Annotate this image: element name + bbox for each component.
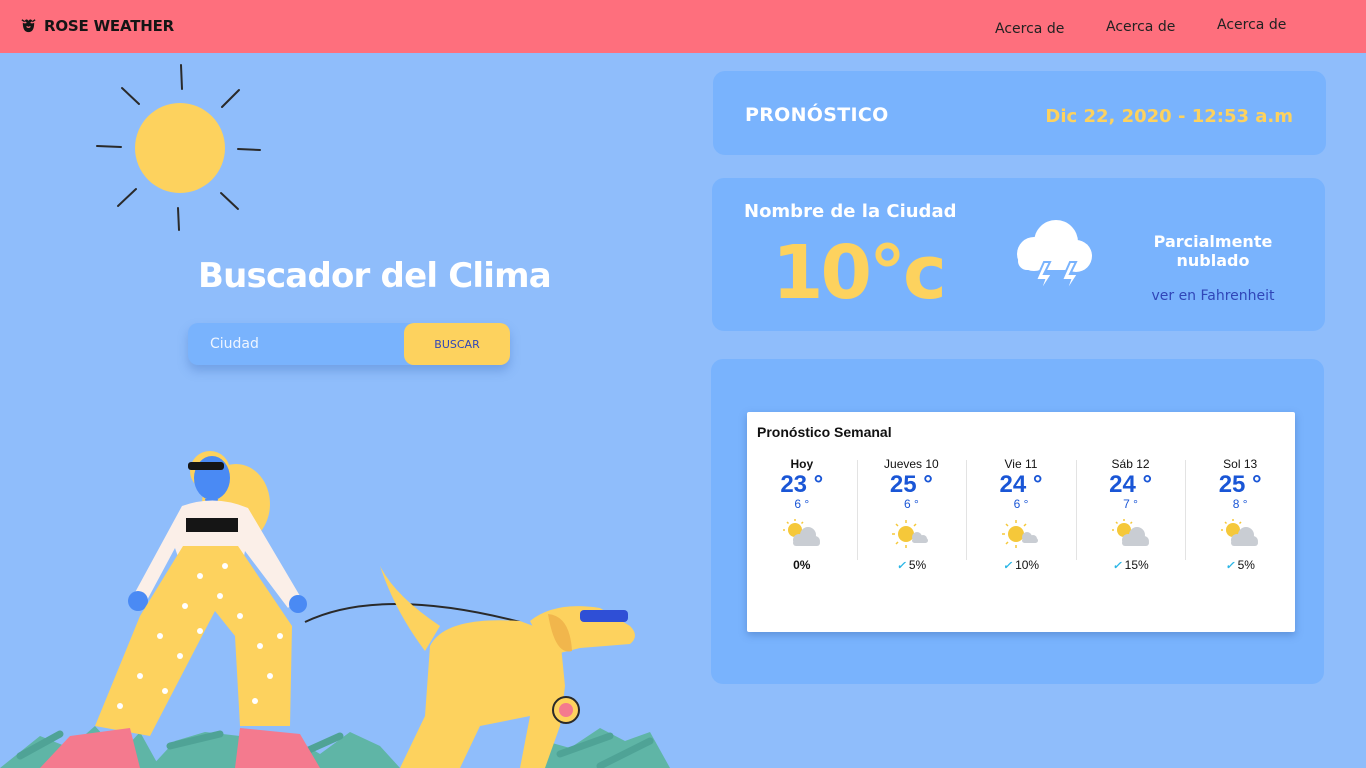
day-rain-chance: ✓ 5% bbox=[1225, 558, 1255, 572]
day-low-temp: 6 ° bbox=[794, 497, 810, 511]
top-navbar: ROSE WEATHER Acerca de Acerca de Acerca … bbox=[0, 0, 1366, 53]
hero-title: Buscador del Clima bbox=[198, 256, 552, 296]
day-high-temp: 25 ° bbox=[1218, 471, 1262, 498]
cloud-sun-icon bbox=[1111, 519, 1149, 546]
day-rain-chance: ✓ 10% bbox=[1002, 558, 1040, 572]
sun-cloud-icon bbox=[1001, 520, 1038, 548]
day-rain-chance: ✓ 15% bbox=[1112, 558, 1149, 572]
rose-icon bbox=[21, 19, 36, 33]
forecast-day[interactable]: Jueves 10 25 ° 6 ° ✓ 5% bbox=[856, 456, 967, 596]
nav-link-about-3[interactable]: Acerca de bbox=[1217, 17, 1286, 33]
day-name: Sáb 12 bbox=[1111, 457, 1150, 471]
forecast-day[interactable]: Hoy 23 ° 6 ° 0% bbox=[747, 456, 857, 596]
day-name: Sol 13 bbox=[1223, 457, 1258, 471]
fahrenheit-toggle-link[interactable]: ver en Fahrenheit bbox=[1137, 288, 1289, 304]
day-low-temp: 6 ° bbox=[903, 497, 919, 511]
day-name: Hoy bbox=[790, 457, 814, 471]
day-low-temp: 6 ° bbox=[1013, 497, 1029, 511]
day-name: Vie 11 bbox=[1004, 457, 1038, 471]
forecast-title: PRONÓSTICO bbox=[745, 104, 889, 126]
woman-walking-dog-illustration bbox=[0, 451, 670, 768]
day-low-temp: 7 ° bbox=[1123, 497, 1138, 511]
rain-drop-icon: ✓ bbox=[896, 560, 906, 572]
nav-link-about-2[interactable]: Acerca de bbox=[1106, 19, 1175, 35]
current-weather-card: Nombre de la Ciudad 10°c Parcialmente nu… bbox=[712, 178, 1325, 331]
cloud-sun-icon bbox=[782, 519, 820, 546]
nav-link-about-1[interactable]: Acerca de bbox=[995, 21, 1064, 37]
brand-name: ROSE WEATHER bbox=[44, 16, 174, 35]
weekly-forecast-title: Pronóstico Semanal bbox=[757, 424, 892, 440]
search-button[interactable]: BUSCAR bbox=[404, 323, 510, 365]
sun-cloud-icon bbox=[892, 520, 929, 548]
weekly-forecast-widget: Pronóstico Semanal Hoy 23 ° 6 ° 0% Jueve… bbox=[747, 412, 1295, 632]
weather-condition: Parcialmente nublado bbox=[1153, 232, 1273, 270]
day-high-temp: 24 ° bbox=[999, 471, 1043, 498]
rain-drop-icon: ✓ bbox=[1225, 560, 1235, 572]
cloud-sun-icon bbox=[1221, 519, 1259, 546]
thunderstorm-icon bbox=[1017, 220, 1092, 295]
day-low-temp: 8 ° bbox=[1232, 497, 1248, 511]
brand-logo[interactable]: ROSE WEATHER bbox=[19, 16, 174, 35]
forecast-day[interactable]: Vie 11 24 ° 6 ° ✓ 10% bbox=[966, 456, 1076, 596]
search-bar: BUSCAR bbox=[188, 323, 510, 365]
forecast-header-card: PRONÓSTICO Dic 22, 2020 - 12:53 a.m bbox=[713, 71, 1326, 155]
day-rain-chance: ✓ 5% bbox=[896, 558, 927, 572]
current-temperature: 10°c bbox=[772, 230, 947, 316]
weekly-forecast-days: Hoy 23 ° 6 ° 0% Jueves 10 25 ° 6 ° ✓ 5% … bbox=[747, 456, 1295, 596]
day-high-temp: 24 ° bbox=[1109, 471, 1153, 498]
day-high-temp: 25 ° bbox=[889, 471, 933, 498]
day-high-temp: 23 ° bbox=[780, 471, 824, 498]
day-name: Jueves 10 bbox=[884, 457, 939, 471]
forecast-day[interactable]: Sol 13 25 ° 8 ° ✓ 5% bbox=[1185, 456, 1295, 596]
city-search-input[interactable] bbox=[188, 323, 404, 365]
rain-drop-icon: ✓ bbox=[1112, 560, 1122, 572]
forecast-datetime: Dic 22, 2020 - 12:53 a.m bbox=[1045, 106, 1293, 127]
rain-drop-icon: ✓ bbox=[1002, 560, 1013, 572]
weekly-forecast-card: Pronóstico Semanal Hoy 23 ° 6 ° 0% Jueve… bbox=[711, 359, 1324, 684]
city-name: Nombre de la Ciudad bbox=[744, 201, 957, 222]
day-rain-chance: 0% bbox=[793, 558, 811, 572]
forecast-day[interactable]: Sáb 12 24 ° 7 ° ✓ 15% bbox=[1075, 456, 1186, 596]
sun-illustration bbox=[96, 64, 261, 231]
